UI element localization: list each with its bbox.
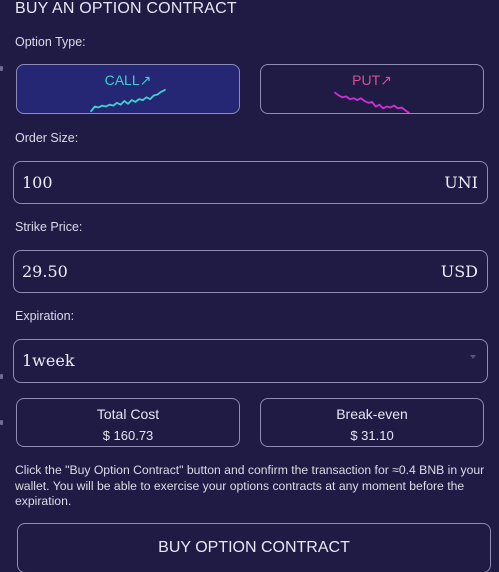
edge-marker (0, 420, 3, 425)
option-type-label: Option Type: (15, 35, 86, 49)
strike-price-unit: USD (440, 262, 478, 281)
put-option-button[interactable]: PUT↗ (260, 64, 484, 114)
strike-price-field: USD (13, 250, 488, 293)
break-even-box: Break-even $ 31.10 (260, 398, 484, 447)
expiration-value: 1week (22, 351, 75, 370)
buy-option-contract-button[interactable]: BUY OPTION CONTRACT (17, 523, 491, 572)
order-size-label: Order Size: (15, 131, 79, 145)
edge-marker (0, 374, 3, 379)
page-title: BUY AN OPTION CONTRACT (15, 0, 237, 17)
edge-marker (0, 66, 3, 71)
call-option-button[interactable]: CALL↗ (16, 64, 240, 114)
break-even-label: Break-even (336, 406, 408, 422)
call-sparkline-icon (90, 89, 166, 113)
order-size-unit: UNI (444, 173, 478, 192)
chevron-down-icon (470, 355, 476, 359)
order-size-field: UNI (13, 161, 488, 204)
order-size-input[interactable] (14, 162, 487, 203)
put-label: PUT↗ (352, 72, 392, 88)
total-cost-label: Total Cost (96, 406, 160, 422)
instruction-note: Click the "Buy Option Contract" button a… (15, 463, 485, 508)
strike-price-input[interactable] (14, 251, 487, 292)
break-even-value: $ 31.10 (350, 428, 394, 443)
expiration-label: Expiration: (15, 309, 75, 323)
call-label: CALL↗ (104, 72, 152, 88)
put-sparkline-icon (334, 91, 410, 113)
expiration-select[interactable]: 1week (13, 339, 488, 383)
strike-price-label: Strike Price: (15, 220, 83, 234)
total-cost-value: $ 160.73 (102, 428, 154, 443)
total-cost-box: Total Cost $ 160.73 (16, 398, 240, 447)
